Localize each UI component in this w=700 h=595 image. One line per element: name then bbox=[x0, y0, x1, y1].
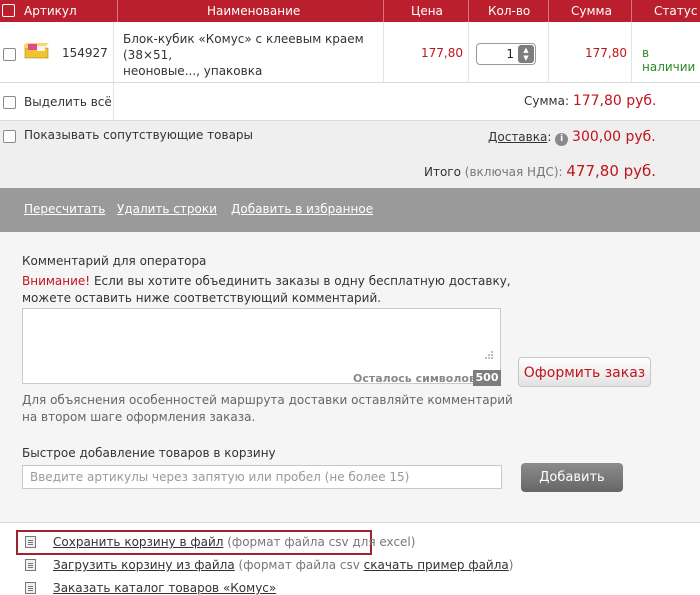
product-sku: 154927 bbox=[62, 46, 108, 60]
select-all-checkbox[interactable] bbox=[3, 96, 16, 109]
divider bbox=[0, 522, 700, 523]
load-cart-close: ) bbox=[508, 558, 514, 572]
notice-line1: Если вы хотите объединить заказы в одну … bbox=[90, 274, 511, 288]
comment-notice: Внимание! Если вы хотите объединить зака… bbox=[22, 273, 511, 307]
product-thumbnail[interactable] bbox=[21, 40, 50, 62]
quantity-stepper[interactable]: 1 ▲ ▼ bbox=[476, 43, 536, 65]
delivery-colon: : bbox=[547, 130, 552, 144]
quick-add-input[interactable]: Введите артикулы через запятую или пробе… bbox=[22, 465, 502, 489]
comment-hint: Для объяснения особенностей маршрута дос… bbox=[22, 392, 513, 426]
add-to-favorites-link[interactable]: Добавить в избранное bbox=[231, 202, 373, 216]
load-cart-row: Загрузить корзину из файла (формат файла… bbox=[53, 558, 513, 572]
attention-label: Внимание! bbox=[22, 274, 91, 288]
quick-add-button[interactable]: Добавить bbox=[521, 463, 623, 492]
actions-bar: Пересчитать Удалить строки Добавить в из… bbox=[0, 188, 700, 232]
info-icon[interactable]: i bbox=[555, 133, 569, 146]
save-cart-link[interactable]: Сохранить корзину в файл bbox=[53, 535, 223, 549]
delivery-value: 300,00 руб. bbox=[572, 129, 656, 145]
col-quantity: Кол-во bbox=[488, 4, 531, 18]
chars-left-counter: 500 bbox=[473, 370, 501, 386]
vat-note: (включая НДС): bbox=[464, 165, 563, 179]
delete-rows-link[interactable]: Удалить строки bbox=[117, 202, 217, 216]
recalculate-link[interactable]: Пересчитать bbox=[24, 202, 105, 216]
quantity-arrows[interactable]: ▲ ▼ bbox=[518, 45, 534, 63]
grand-total: Итого (включая НДС): 477,80 руб. bbox=[424, 162, 656, 180]
hint-line1: Для объяснения особенностей маршрута дос… bbox=[22, 393, 513, 407]
table-header: Артикул Наименование Цена Кол-во Сумма С… bbox=[0, 0, 700, 22]
show-related-checkbox[interactable] bbox=[3, 130, 16, 143]
save-cart-row: Сохранить корзину в файл (формат файла c… bbox=[53, 535, 415, 549]
row-checkbox[interactable] bbox=[3, 48, 16, 61]
sample-file-link[interactable]: скачать пример файла bbox=[364, 558, 509, 572]
product-status: в наличии bbox=[642, 46, 696, 74]
csv-file-icon bbox=[25, 536, 36, 548]
place-order-button[interactable]: Оформить заказ bbox=[518, 357, 651, 387]
sum-value: 177,80 руб. bbox=[572, 93, 657, 109]
select-all-label[interactable]: Выделить всё bbox=[24, 95, 112, 109]
product-name-line1: Блок-кубик «Комус» с клеевым краем bbox=[123, 32, 364, 46]
resize-handle-icon[interactable] bbox=[484, 349, 494, 359]
chevron-up-icon[interactable]: ▲ bbox=[523, 46, 528, 54]
order-catalog-link[interactable]: Заказать каталог товаров «Комус» bbox=[53, 581, 276, 595]
col-sku: Артикул bbox=[24, 4, 77, 18]
load-cart-note: (формат файла csv bbox=[234, 558, 364, 572]
total-label: Итого bbox=[424, 165, 461, 179]
comment-title: Комментарий для оператора bbox=[22, 254, 207, 268]
quantity-value: 1 bbox=[506, 47, 514, 61]
notice-line2: можете оставить ниже соответствующий ком… bbox=[22, 291, 382, 305]
header-checkbox[interactable] bbox=[2, 4, 15, 17]
upload-file-icon bbox=[25, 559, 36, 571]
product-name[interactable]: Блок-кубик «Комус» с клеевым краем (38×5… bbox=[123, 31, 378, 79]
product-name-line2: (38×51, bbox=[123, 48, 173, 62]
chars-left-label: Осталось символов: bbox=[353, 372, 481, 385]
catalog-icon bbox=[25, 582, 36, 594]
delivery-link[interactable]: Доставка bbox=[488, 130, 547, 144]
load-cart-link[interactable]: Загрузить корзину из файла bbox=[53, 558, 235, 572]
chevron-down-icon[interactable]: ▼ bbox=[523, 54, 528, 62]
hint-line2: на втором шаге оформления заказа. bbox=[22, 410, 256, 424]
col-sum: Сумма bbox=[571, 4, 612, 18]
save-cart-note: (формат файла csv для excel) bbox=[223, 535, 416, 549]
delivery-line: Доставка: i 300,00 руб. bbox=[488, 129, 656, 146]
col-price: Цена bbox=[411, 4, 443, 18]
col-name: Наименование bbox=[207, 4, 301, 18]
product-price: 177,80 bbox=[421, 46, 463, 60]
col-status: Статус bbox=[654, 4, 698, 18]
product-name-line3: неоновые..., упаковка bbox=[123, 64, 263, 78]
sum-label: Сумма: bbox=[524, 94, 569, 108]
product-sum: 177,80 bbox=[585, 46, 627, 60]
sum-total: Сумма: 177,80 руб. bbox=[524, 93, 657, 109]
quick-add-title: Быстрое добавление товаров в корзину bbox=[22, 446, 276, 460]
total-value: 477,80 руб. bbox=[566, 162, 657, 180]
show-related-label[interactable]: Показывать сопутствующие товары bbox=[24, 128, 253, 142]
